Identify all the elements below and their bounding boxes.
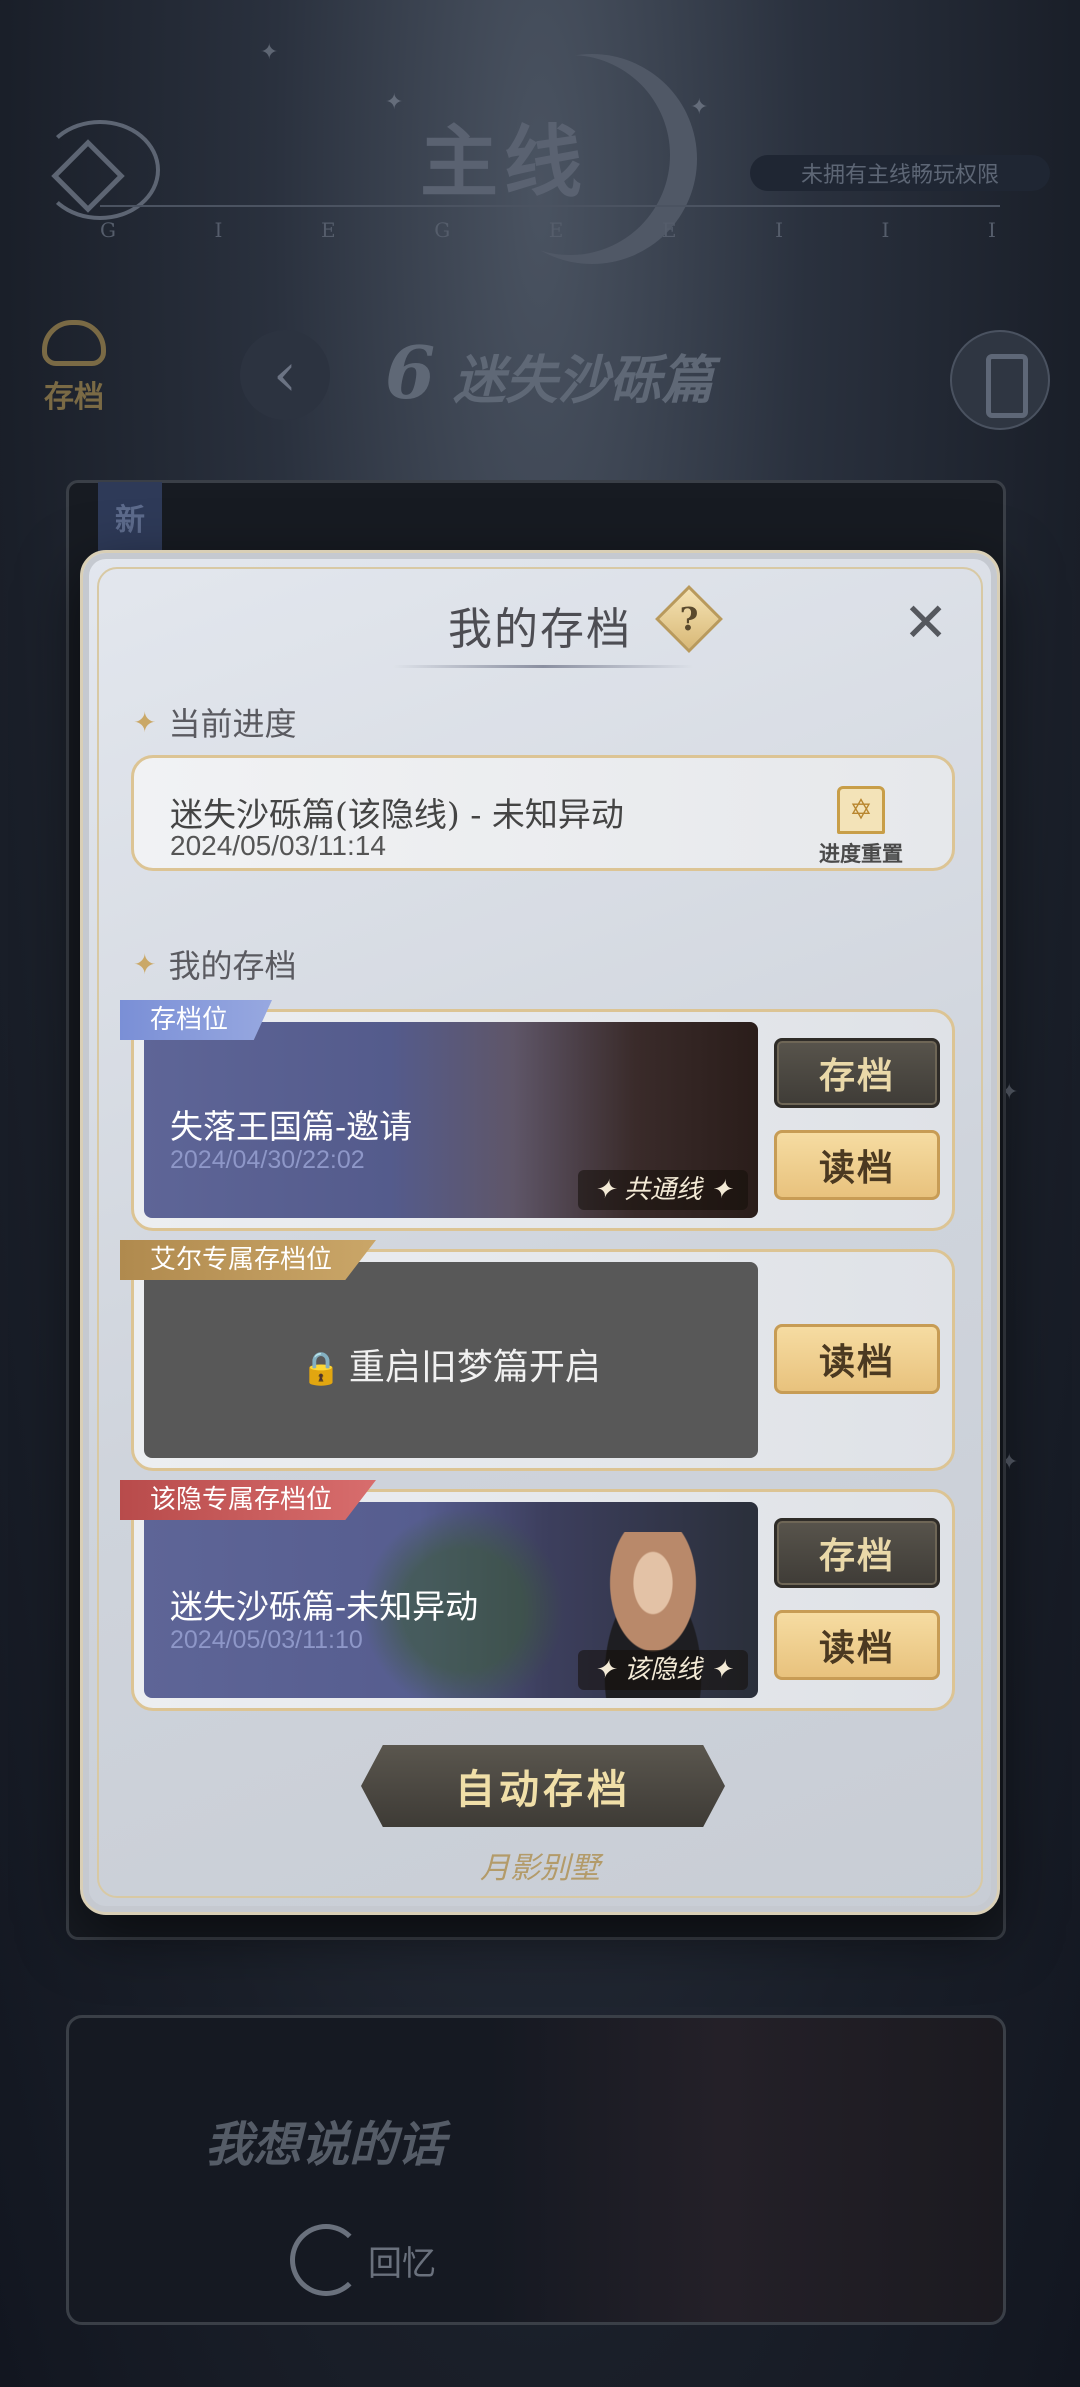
header-letter: E — [548, 218, 568, 242]
star-icon: ✦ — [133, 947, 157, 981]
chapter-title: 6 迷失沙砾篇 — [385, 330, 713, 415]
progress-reset-label: 进度重置 — [819, 841, 903, 866]
current-progress-card: 迷失沙砾篇(该隐线) - 未知异动 2024/05/03/11:14 进度重置 — [131, 755, 955, 871]
lock-icon: 🔒 — [301, 1349, 341, 1387]
memory-label: 回忆 — [368, 2243, 436, 2284]
current-progress-date: 2024/05/03/11:14 — [170, 830, 386, 861]
my-saves-heading: ✦ 我的存档 — [133, 941, 296, 987]
save-slot-name: 失落王国篇-邀请 — [170, 1107, 413, 1146]
current-progress-title: 迷失沙砾篇(该隐线) - 未知异动 — [170, 795, 624, 834]
save-slot-tag: 该隐专属存档位 — [120, 1480, 377, 1520]
side-save-label: 存档 — [44, 380, 104, 415]
save-button[interactable]: 存档 — [774, 1518, 940, 1588]
dialog-title: 我的存档 — [448, 604, 632, 655]
header-letter: E — [321, 218, 340, 242]
chapter-back-button[interactable]: ‹ — [240, 330, 330, 420]
route-label: ✦ 共通线 ✦ — [577, 1170, 748, 1210]
chapter-number: 6 — [385, 330, 436, 415]
side-save-button[interactable]: 存档 — [34, 320, 114, 416]
save-slot-name: 迷失沙砾篇-未知异动 — [170, 1587, 479, 1626]
my-saves-label: 我的存档 — [168, 947, 297, 985]
locked-slot-text: 🔒 重启旧梦篇开启 — [144, 1338, 758, 1390]
header-letter: I — [214, 218, 227, 242]
save-slot-common: 失落王国篇-邀请 2024/04/30/22:02 ✦ 共通线 ✦ 存档位 存档… — [120, 1000, 955, 1231]
load-button[interactable]: 读档 — [774, 1324, 940, 1394]
new-tag: 新 — [98, 482, 162, 552]
current-progress-label: 当前进度 — [168, 705, 297, 743]
title-divider — [393, 665, 693, 668]
locked-slot-area: 🔒 重启旧梦篇开启 — [144, 1262, 758, 1458]
memory-button[interactable]: 回忆 — [290, 2215, 440, 2305]
header-letters: G I E G E E I I I — [100, 218, 1000, 242]
header-letter: I — [988, 218, 1000, 242]
game-logo: 月影别墅 — [480, 1851, 600, 1886]
help-glyph: ? — [679, 600, 699, 638]
progress-reset-button[interactable]: 进度重置 — [806, 786, 916, 868]
auto-save-button[interactable]: 自动存档 — [361, 1745, 725, 1827]
save-slot-tag: 存档位 — [120, 1000, 273, 1040]
header-letter: G — [100, 218, 120, 242]
close-icon[interactable]: ✕ — [903, 596, 948, 650]
locked-text: 重启旧梦篇开启 — [348, 1347, 601, 1388]
reset-icon — [837, 786, 885, 834]
phone-icon[interactable] — [950, 330, 1050, 430]
save-slot-tag: 艾尔专属存档位 — [120, 1240, 377, 1280]
load-button[interactable]: 读档 — [774, 1610, 940, 1680]
page-title: 主线 — [420, 117, 589, 208]
save-slot-thumbnail[interactable]: 失落王国篇-邀请 2024/04/30/22:02 ✦ 共通线 ✦ — [144, 1022, 758, 1218]
memory-icon — [290, 2224, 362, 2296]
save-slot-thumbnail[interactable]: 迷失沙砾篇-未知异动 2024/05/03/11:10 ✦ 该隐线 ✦ — [144, 1502, 758, 1698]
header-letter: I — [775, 218, 787, 242]
route-label: ✦ 该隐线 ✦ — [577, 1650, 748, 1690]
current-progress-heading: ✦ 当前进度 — [133, 699, 296, 745]
save-dialog: 我的存档 ? ✕ ✦ 当前进度 迷失沙砾篇(该隐线) - 未知异动 2024/0… — [80, 550, 1000, 1915]
header-divider — [100, 205, 1000, 207]
chapter-name: 迷失沙砾篇 — [453, 350, 714, 411]
cloud-save-icon — [42, 320, 106, 366]
header-letter: E — [661, 218, 681, 242]
header-letter: I — [881, 218, 894, 242]
save-slot-cain: 迷失沙砾篇-未知异动 2024/05/03/11:10 ✦ 该隐线 ✦ 该隐专属… — [120, 1480, 955, 1711]
save-button[interactable]: 存档 — [774, 1038, 940, 1108]
save-slot-date: 2024/05/03/11:10 — [170, 1626, 363, 1654]
message-card-title: 我想说的话 — [205, 2117, 446, 2173]
top-header: 主线 G I E G E E I I I 未拥有主线畅玩权限 — [0, 0, 1080, 290]
header-letter: G — [434, 218, 455, 242]
star-icon: ✦ — [133, 705, 157, 739]
save-slot-ayer: 🔒 重启旧梦篇开启 艾尔专属存档位 读档 — [120, 1240, 955, 1471]
no-permission-badge[interactable]: 未拥有主线畅玩权限 — [750, 155, 1050, 191]
save-slot-date: 2024/04/30/22:02 — [170, 1146, 365, 1174]
load-button[interactable]: 读档 — [774, 1130, 940, 1200]
